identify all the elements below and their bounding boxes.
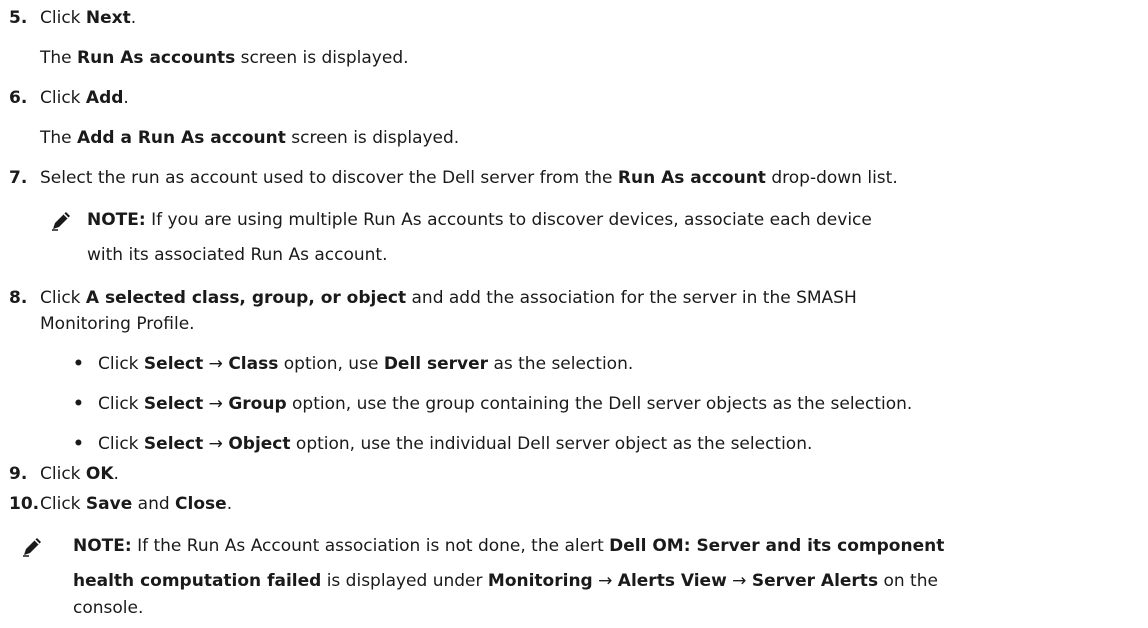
ui-term: Select bbox=[143, 394, 204, 414]
bullet-text: Click bbox=[98, 394, 144, 414]
arrow-glyph: → bbox=[203, 394, 229, 414]
step-10-text: Click Save and Close. bbox=[40, 493, 232, 515]
step-5-result: The Run As accounts screen is displayed. bbox=[40, 47, 409, 69]
bullet-dot: • bbox=[73, 434, 84, 454]
step-number: 10. bbox=[9, 494, 40, 514]
step-number: 8. bbox=[9, 288, 28, 308]
step-text: Click bbox=[40, 494, 86, 514]
bullet-dot: • bbox=[73, 354, 84, 374]
bullet-text: Click bbox=[98, 354, 144, 374]
ui-term: Close bbox=[175, 494, 227, 514]
ui-term: Save bbox=[85, 494, 133, 514]
arrow-glyph: → bbox=[592, 571, 618, 591]
step-5-text: Click Next. bbox=[40, 7, 136, 29]
step-text: . bbox=[113, 464, 119, 484]
bullet-class: Click Select → Class option, use Dell se… bbox=[98, 353, 633, 375]
step-text: Click bbox=[40, 288, 86, 308]
ui-term: Group bbox=[228, 394, 287, 414]
bullet-dot: • bbox=[73, 394, 84, 414]
note-label: NOTE: bbox=[87, 210, 146, 230]
step-6-result: The Add a Run As account screen is displ… bbox=[40, 127, 459, 149]
ui-term: Server Alerts bbox=[751, 571, 879, 591]
ui-term: Run As accounts bbox=[77, 48, 236, 68]
step-text: Click bbox=[40, 88, 86, 108]
bullet-text: option, use bbox=[278, 354, 384, 374]
step-text: Select the run as account used to discov… bbox=[40, 168, 618, 188]
ui-term: Next bbox=[85, 8, 131, 28]
step-text: and add the association for the server i… bbox=[406, 288, 857, 308]
ui-term: OK bbox=[85, 464, 114, 484]
ui-term: Select bbox=[143, 434, 204, 454]
ui-term: Add bbox=[85, 88, 124, 108]
bullet-text: option, use the individual Dell server o… bbox=[290, 434, 813, 454]
ui-term: Monitoring bbox=[487, 571, 593, 591]
alert-name: health computation failed bbox=[73, 571, 322, 591]
bullet-text: option, use the group containing the Del… bbox=[286, 394, 913, 414]
ui-term: Object bbox=[228, 434, 291, 454]
step-number: 7. bbox=[9, 168, 28, 188]
note-label: NOTE: bbox=[73, 536, 132, 556]
note-2-line-2: health computation failed is displayed u… bbox=[73, 570, 938, 592]
step-text: and bbox=[132, 494, 176, 514]
ui-term: Dell server bbox=[383, 354, 489, 374]
ui-term: Run As account bbox=[617, 168, 766, 188]
note-2-line-1: NOTE: If the Run As Account association … bbox=[73, 535, 944, 557]
note-1-line-1: NOTE: If you are using multiple Run As a… bbox=[87, 209, 872, 231]
step-number: 9. bbox=[9, 464, 28, 484]
ui-term: Class bbox=[228, 354, 279, 374]
step-7-text: Select the run as account used to discov… bbox=[40, 167, 898, 189]
step-text: screen is displayed. bbox=[285, 128, 460, 148]
ui-term: Select bbox=[143, 354, 204, 374]
ui-term: Alerts View bbox=[617, 571, 727, 591]
step-number: 6. bbox=[9, 88, 28, 108]
step-6-text: Click Add. bbox=[40, 87, 129, 109]
bullet-group: Click Select → Group option, use the gro… bbox=[98, 393, 912, 415]
note-pencil-icon bbox=[23, 538, 41, 557]
arrow-glyph: → bbox=[203, 434, 229, 454]
arrow-glyph: → bbox=[203, 354, 229, 374]
note-1-line-2: with its associated Run As account. bbox=[87, 245, 388, 265]
note-text: is displayed under bbox=[321, 571, 488, 591]
step-8-text: Click A selected class, group, or object… bbox=[40, 287, 857, 309]
step-text: drop-down list. bbox=[765, 168, 898, 188]
step-text: . bbox=[123, 88, 129, 108]
step-number: 5. bbox=[9, 8, 28, 28]
document-page: 5. Click Next. The Run As accounts scree… bbox=[0, 0, 1148, 628]
step-text: The bbox=[40, 48, 78, 68]
step-8-line-2: Monitoring Profile. bbox=[40, 314, 195, 334]
step-text: screen is displayed. bbox=[235, 48, 409, 68]
note-text: If the Run As Account association is not… bbox=[131, 536, 610, 556]
bullet-text: as the selection. bbox=[488, 354, 634, 374]
note-2-line-3: console. bbox=[73, 598, 144, 618]
step-text: . bbox=[226, 494, 233, 514]
step-text: The bbox=[40, 128, 78, 148]
arrow-glyph: → bbox=[726, 571, 752, 591]
note-text: on the bbox=[878, 571, 938, 591]
note-pencil-icon bbox=[52, 212, 70, 231]
step-text: . bbox=[130, 8, 137, 28]
note-text: If you are using multiple Run As account… bbox=[145, 210, 872, 230]
step-text: Click bbox=[40, 8, 86, 28]
step-9-text: Click OK. bbox=[40, 463, 119, 485]
ui-term: Add a Run As account bbox=[77, 128, 286, 148]
bullet-text: Click bbox=[98, 434, 144, 454]
step-text: Click bbox=[40, 464, 86, 484]
bullet-object: Click Select → Object option, use the in… bbox=[98, 433, 812, 455]
alert-name: Dell OM: Server and its component bbox=[609, 536, 945, 556]
ui-term: A selected class, group, or object bbox=[85, 288, 407, 308]
